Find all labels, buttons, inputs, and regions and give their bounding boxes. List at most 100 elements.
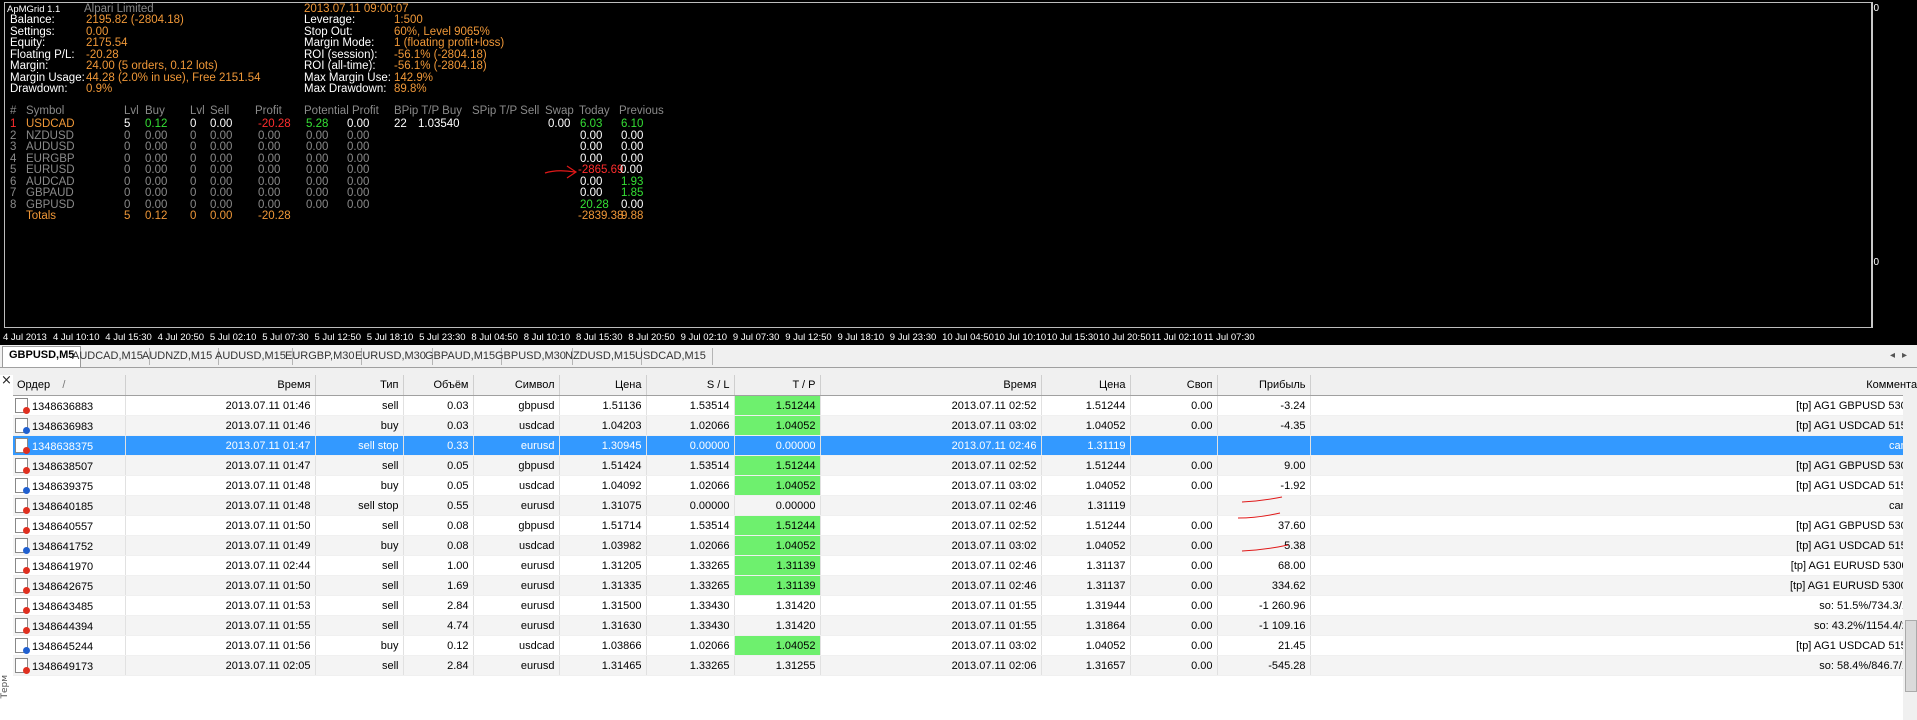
cell-close-time: 2013.07.11 02:46: [820, 495, 1042, 516]
chart-tabs: GBPUSD,M5 AUDCAD,M15 AUDNZD,M15 AUDUSD,M15 E…: [0, 345, 1917, 368]
order-type-icon: [15, 638, 30, 654]
grid-header: Profit: [255, 105, 282, 117]
cell-symbol: eurusd: [473, 555, 560, 576]
cell-price: 1.31205: [559, 555, 647, 576]
table-row[interactable]: 1348641752 2013.07.11 01:49 buy 0.08 usdcad 1…: [13, 535, 1917, 556]
col-header-type[interactable]: Тип: [315, 375, 404, 396]
cell-sl: 1.33265: [646, 555, 735, 576]
table-row[interactable]: 1348640557 2013.07.11 01:50 sell 0.08 gbpusd…: [13, 515, 1917, 536]
cell-swap: 0.00: [1130, 535, 1218, 556]
cell-order: 1348643485: [13, 595, 126, 616]
table-row[interactable]: 1348645244 2013.07.11 01:56 buy 0.12 usdcad 1…: [13, 635, 1917, 656]
cell-swap: 0.00: [1130, 635, 1218, 656]
col-header-time[interactable]: Время: [125, 375, 316, 396]
col-header-comment[interactable]: Комментарий: [1310, 375, 1917, 396]
cell-comment: so: 43.2%/1154.4/2675.0: [1310, 615, 1917, 636]
cell-tp: 1.51244: [734, 455, 821, 476]
cell-volume: 0.12: [403, 635, 474, 656]
splitter[interactable]: [0, 368, 1917, 375]
cell-swap: 0.00: [1130, 575, 1218, 596]
chart-panel[interactable]: ApMGrid 1.1 Alpari Limited 2013.07.11 09…: [0, 0, 1917, 345]
chart-tab[interactable]: AUDNZD,M15: [136, 348, 220, 365]
close-icon[interactable]: ×: [1, 373, 12, 388]
cell-close-price: 1.31137: [1041, 555, 1131, 576]
time-axis-label: 10 Jul 04:50: [942, 332, 994, 343]
table-row[interactable]: 1348642675 2013.07.11 01:50 sell 1.69 eurusd…: [13, 575, 1917, 596]
cell-tp: 1.04052: [734, 415, 821, 436]
col-header-close-price[interactable]: Цена: [1041, 375, 1131, 396]
table-row[interactable]: 1348641970 2013.07.11 02:44 sell 1.00 eurusd…: [13, 555, 1917, 576]
col-header-price[interactable]: Цена: [559, 375, 647, 396]
grid-header: Lvl: [124, 105, 139, 117]
cell-swap: 0.00: [1130, 655, 1218, 676]
cell-order: 1348642675: [13, 575, 126, 596]
cell-comment: cancelled: [1310, 495, 1917, 516]
col-header-symbol[interactable]: Символ: [473, 375, 560, 396]
grid-totals-lvl-sell: 0: [190, 210, 197, 222]
cell-comment: [tp] AG1 USDCAD 51505 B4: [1310, 415, 1917, 436]
cell-symbol: eurusd: [473, 595, 560, 616]
cell-profit: -3.24: [1217, 395, 1311, 416]
cell-type: buy: [315, 415, 404, 436]
cell-profit: 9.00: [1217, 455, 1311, 476]
table-row[interactable]: 1348636983 2013.07.11 01:46 buy 0.03 usdcad 1…: [13, 415, 1917, 436]
cell-type: sell: [315, 455, 404, 476]
time-axis-label: 9 Jul 23:30: [889, 332, 937, 343]
grid-totals-previous: 9.88: [621, 210, 644, 222]
cell-type: buy: [315, 535, 404, 556]
table-row[interactable]: 1348644394 2013.07.11 01:55 sell 4.74 eurusd…: [13, 615, 1917, 636]
chart-tab[interactable]: USDCAD,M15: [629, 348, 713, 365]
cell-tp: 1.31139: [734, 555, 821, 576]
cell-profit: 37.60: [1217, 515, 1311, 536]
cell-time: 2013.07.11 01:48: [125, 475, 316, 496]
cell-sl: 1.02066: [646, 415, 735, 436]
cell-comment: [tp] AG1 GBPUSD 53002 S3: [1310, 395, 1917, 416]
cell-close-price: 1.51244: [1041, 395, 1131, 416]
tab-scroll-right-icon[interactable]: ▸: [1902, 350, 1907, 361]
scrollbar-thumb[interactable]: [1905, 620, 1917, 692]
cell-price: 1.31075: [559, 495, 647, 516]
cell-time: 2013.07.11 01:47: [125, 455, 316, 476]
col-header-profit[interactable]: Прибыль: [1217, 375, 1311, 396]
time-axis-label: 5 Jul 12:50: [314, 332, 361, 343]
table-row[interactable]: 1348643485 2013.07.11 01:53 sell 2.84 eurusd…: [13, 595, 1917, 616]
col-header-close-time[interactable]: Время: [820, 375, 1042, 396]
grid-header: Lvl: [190, 105, 205, 117]
time-axis-label: 11 Jul 07:30: [1203, 332, 1255, 343]
table-row[interactable]: 1348638375 2013.07.11 01:47 sell stop 0.33 e…: [13, 435, 1917, 456]
vertical-scrollbar[interactable]: [1903, 395, 1917, 720]
cell-close-time: 2013.07.11 02:52: [820, 455, 1042, 476]
cell-price: 1.04092: [559, 475, 647, 496]
cell-sl: 1.33430: [646, 615, 735, 636]
tab-scroll-left-icon[interactable]: ◂: [1890, 350, 1895, 361]
cell-symbol: usdcad: [473, 635, 560, 656]
cell-close-time: 2013.07.11 03:02: [820, 635, 1042, 656]
cell-swap: 0.00: [1130, 555, 1218, 576]
col-header-tp[interactable]: T / P: [734, 375, 821, 396]
time-axis-label: 4 Jul 20:50: [157, 332, 205, 343]
cell-close-time: 2013.07.11 02:52: [820, 515, 1042, 536]
cell-profit: -1 109.16: [1217, 615, 1311, 636]
table-row[interactable]: 1348639375 2013.07.11 01:48 buy 0.05 usdcad 1…: [13, 475, 1917, 496]
cell-close-time: 2013.07.11 02:52: [820, 395, 1042, 416]
cell-tp: 1.04052: [734, 475, 821, 496]
cell-symbol: eurusd: [473, 655, 560, 676]
cell-order: 1348641970: [13, 555, 126, 576]
table-row[interactable]: 1348638507 2013.07.11 01:47 sell 0.05 gbpusd…: [13, 455, 1917, 476]
table-row[interactable]: 1348640185 2013.07.11 01:48 sell stop 0.55 e…: [13, 495, 1917, 516]
cell-comment: [tp] AG1 USDCAD 51505 B6: [1310, 535, 1917, 556]
table-row[interactable]: 1348636883 2013.07.11 01:46 sell 0.03 gbpusd…: [13, 395, 1917, 416]
cell-type: sell: [315, 395, 404, 416]
time-axis-label: 11 Jul 02:10: [1151, 332, 1203, 343]
table-row[interactable]: 1348649173 2013.07.11 02:05 sell 2.84 eurusd…: [13, 655, 1917, 676]
cell-profit: -545.28: [1217, 655, 1311, 676]
terminal-side-label: Терм: [0, 675, 10, 699]
cell-comment: so: 58.4%/846.7/1451.0: [1310, 655, 1917, 676]
col-header-volume[interactable]: Объём: [403, 375, 474, 396]
cell-sl: 1.33265: [646, 655, 735, 676]
cell-sl: 1.02066: [646, 535, 735, 556]
col-header-swap[interactable]: Своп: [1130, 375, 1218, 396]
col-header-order[interactable]: Ордер /: [13, 375, 126, 396]
cell-time: 2013.07.11 01:50: [125, 515, 316, 536]
col-header-sl[interactable]: S / L: [646, 375, 735, 396]
